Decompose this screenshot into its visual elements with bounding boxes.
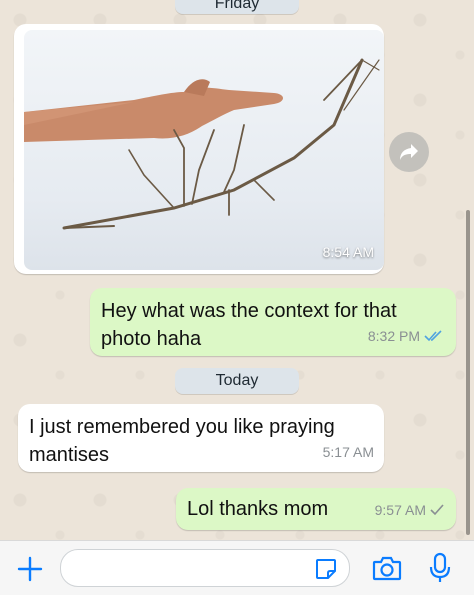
message-time: 8:32 PM	[367, 328, 420, 344]
composer-bar	[0, 540, 474, 595]
attach-button[interactable]	[14, 553, 46, 585]
message-line: Hey what was the context for that	[101, 300, 397, 322]
forward-icon	[400, 144, 418, 160]
sticker-button[interactable]	[312, 555, 340, 583]
message-text: Lol thanks mom	[187, 498, 329, 520]
microphone-icon	[429, 552, 451, 582]
stick-insect-photo[interactable]: 8:54 AM	[24, 30, 384, 270]
camera-button[interactable]	[370, 553, 404, 583]
message-text: Hey what was the context for that photo …	[101, 297, 397, 353]
date-separator-label: Today	[215, 372, 259, 389]
date-separator-friday: Friday	[175, 0, 299, 14]
message-time: 5:17 AM	[322, 444, 374, 460]
date-separator-label: Friday	[214, 0, 260, 12]
outgoing-message[interactable]: Hey what was the context for that photo …	[90, 288, 456, 356]
forward-button[interactable]	[389, 132, 429, 172]
message-time: 9:57 AM	[374, 502, 426, 518]
microphone-button[interactable]	[426, 551, 454, 585]
incoming-message[interactable]: I just remembered you like praying manti…	[18, 404, 384, 472]
double-check-icon	[424, 330, 442, 342]
photo-illustration	[24, 58, 380, 230]
message-meta: 8:32 PM	[368, 322, 444, 350]
camera-icon	[372, 556, 402, 581]
message-meta: 9:57 AM	[375, 496, 444, 524]
message-time: 8:54 AM	[322, 244, 374, 260]
date-separator-today: Today	[175, 368, 299, 394]
plus-icon	[17, 556, 43, 582]
single-check-icon	[430, 504, 444, 516]
outgoing-message[interactable]: Lol thanks mom 9:57 AM	[176, 488, 456, 530]
message-line: I just remembered you like praying	[29, 416, 335, 438]
message-text: I just remembered you like praying manti…	[29, 413, 335, 469]
message-input[interactable]	[60, 549, 350, 587]
message-line: photo haha	[101, 328, 202, 350]
message-meta: 5:17 AM	[323, 438, 374, 466]
sticker-icon	[316, 559, 336, 579]
photo-message[interactable]: 8:54 AM	[14, 24, 384, 274]
message-line: mantises	[29, 444, 110, 466]
scrollbar[interactable]	[466, 210, 470, 535]
